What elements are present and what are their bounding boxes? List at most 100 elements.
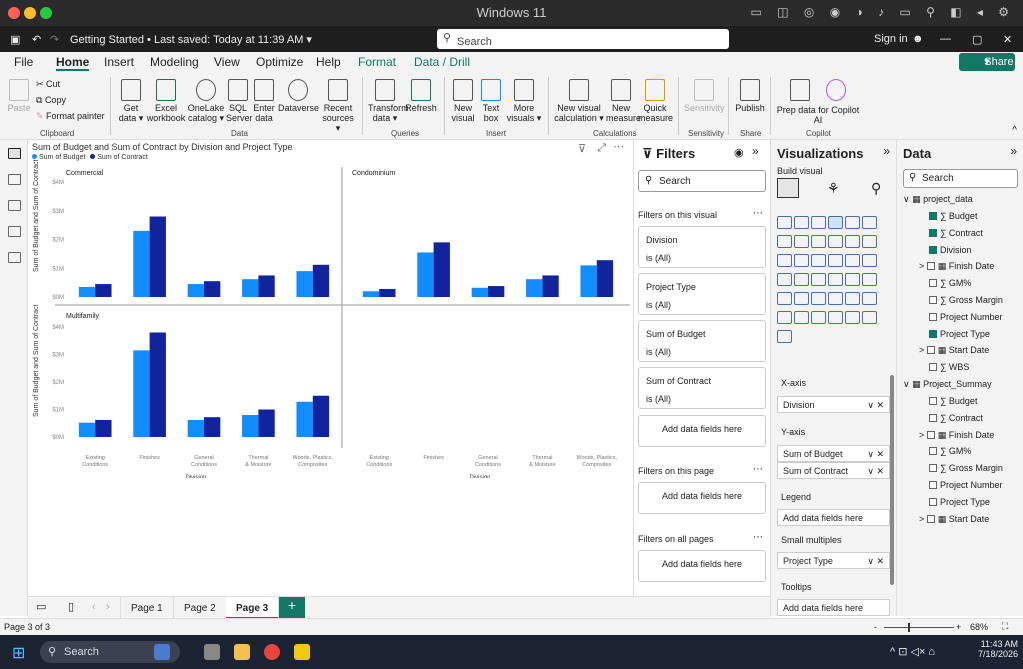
visual-type-icon[interactable] bbox=[845, 235, 860, 248]
visual-type-icon[interactable] bbox=[845, 311, 860, 324]
visual-type-icon[interactable] bbox=[845, 292, 860, 305]
visual-type-icon[interactable] bbox=[828, 216, 843, 229]
sign-in-link[interactable]: Sign in bbox=[874, 33, 908, 45]
tab-view[interactable]: View bbox=[214, 55, 240, 69]
visual-type-icon[interactable] bbox=[777, 235, 792, 248]
refresh-button[interactable]: Refresh bbox=[404, 79, 438, 113]
legend-well[interactable]: Add data fields here bbox=[777, 509, 890, 526]
tmdl-view-icon[interactable] bbox=[8, 252, 21, 263]
visual-type-icon[interactable] bbox=[862, 216, 877, 229]
visual-type-icon[interactable] bbox=[828, 235, 843, 248]
dataverse-button[interactable]: Dataverse bbox=[278, 79, 319, 113]
widgets-icon[interactable] bbox=[154, 644, 170, 660]
field-item[interactable]: ∑ GM% bbox=[929, 446, 971, 456]
add-visual-filter-field[interactable]: Add data fields here bbox=[638, 415, 766, 447]
tab-help[interactable]: Help bbox=[316, 55, 341, 69]
search-input[interactable]: ⚲ Search bbox=[437, 29, 729, 49]
tab-modeling[interactable]: Modeling bbox=[150, 55, 199, 69]
visual-type-icon[interactable] bbox=[811, 292, 826, 305]
tab-insert[interactable]: Insert bbox=[104, 55, 134, 69]
analytics-icon[interactable]: ⚲ bbox=[871, 180, 881, 197]
filter-card-sum-of-budget[interactable]: Sum of Budget is (All) bbox=[638, 320, 766, 362]
visual-type-icon[interactable] bbox=[811, 254, 826, 267]
collapse-viz-icon[interactable]: » bbox=[883, 144, 890, 158]
windows-start-icon[interactable]: ⊞ bbox=[12, 643, 25, 663]
field-item[interactable]: Project Number bbox=[929, 480, 1003, 490]
collapse-data-icon[interactable]: » bbox=[1010, 144, 1017, 158]
visual-type-icon[interactable] bbox=[845, 216, 860, 229]
tray-icons[interactable]: ^ ⊡ ◁× ⌂ bbox=[890, 645, 935, 658]
power-bi-icon[interactable] bbox=[294, 644, 310, 660]
small-multiples-field[interactable]: Project Type ∨ ✕ bbox=[777, 552, 890, 569]
visual-type-icon[interactable] bbox=[811, 235, 826, 248]
clustered-column-chart[interactable]: Sum of Budget and Sum of Contract by Div… bbox=[30, 141, 632, 478]
visual-type-icon[interactable] bbox=[862, 292, 877, 305]
tab-home[interactable]: Home bbox=[56, 55, 90, 71]
prep-data-copilot-button[interactable]: Prep data for Copilot AI bbox=[776, 79, 860, 125]
copy-button[interactable]: ⧉ Copy bbox=[36, 95, 66, 105]
visual-type-icon[interactable] bbox=[845, 254, 860, 267]
minimize-button[interactable]: — bbox=[940, 33, 951, 45]
checkbox[interactable] bbox=[929, 212, 937, 220]
table-project-summay[interactable]: ∨ ▦ Project_Summay bbox=[903, 379, 992, 390]
checkbox[interactable] bbox=[929, 481, 937, 489]
visual-type-icon[interactable] bbox=[828, 292, 843, 305]
dax-query-icon[interactable] bbox=[8, 226, 21, 237]
checkbox[interactable] bbox=[926, 514, 935, 523]
visual-type-icon[interactable] bbox=[828, 311, 843, 324]
checkbox[interactable] bbox=[929, 464, 937, 473]
checkbox[interactable] bbox=[926, 346, 935, 355]
field-item[interactable]: > ▦ Start Date bbox=[919, 514, 989, 525]
field-item[interactable]: Division bbox=[929, 245, 972, 255]
format-visual-icon[interactable]: ⚘ bbox=[827, 180, 840, 197]
task-view-icon[interactable] bbox=[204, 644, 220, 660]
data-search-input[interactable]: ⚲ Search bbox=[903, 169, 1018, 188]
close-button[interactable]: ✕ bbox=[1003, 33, 1012, 46]
visual-type-icon[interactable] bbox=[811, 311, 826, 324]
checkbox[interactable] bbox=[929, 447, 937, 456]
add-page-button[interactable]: + bbox=[279, 597, 305, 618]
checkbox[interactable] bbox=[929, 363, 937, 372]
visual-type-icon[interactable] bbox=[794, 292, 809, 305]
visual-type-icon[interactable] bbox=[794, 254, 809, 267]
table-view-icon[interactable] bbox=[8, 174, 21, 185]
tab-format[interactable]: Format bbox=[358, 55, 396, 69]
desktop-layout-icon[interactable]: ▭ bbox=[36, 600, 46, 613]
visual-type-icon[interactable] bbox=[862, 235, 877, 248]
y-axis-field-budget[interactable]: Sum of Budget ∨ ✕ bbox=[777, 445, 890, 462]
field-item[interactable]: > ▦ Finish Date bbox=[919, 261, 994, 272]
visual-type-icon[interactable] bbox=[777, 254, 792, 267]
visual-type-icon[interactable] bbox=[777, 311, 792, 324]
field-item[interactable]: > ▦ Start Date bbox=[919, 345, 989, 356]
visual-type-icon[interactable] bbox=[828, 273, 843, 286]
visual-type-icon[interactable] bbox=[811, 216, 826, 229]
visual-type-icon[interactable] bbox=[811, 273, 826, 286]
field-item[interactable]: ∑ Gross Margin bbox=[929, 295, 1003, 305]
more-icon[interactable]: ⋯ bbox=[753, 464, 763, 475]
add-all-pages-filter-field[interactable]: Add data fields here bbox=[638, 550, 766, 582]
more-icon[interactable]: ⋯ bbox=[753, 532, 763, 543]
y-axis-field-contract[interactable]: Sum of Contract ∨ ✕ bbox=[777, 462, 890, 479]
visual-type-icon[interactable] bbox=[794, 311, 809, 324]
visual-type-icon[interactable] bbox=[777, 292, 792, 305]
checkbox[interactable] bbox=[929, 413, 937, 422]
fit-to-page-icon[interactable]: ⛶ bbox=[1002, 621, 1008, 632]
sql-server-button[interactable]: SQL Server bbox=[226, 79, 253, 123]
page-tab-3[interactable]: Page 3 bbox=[226, 597, 280, 619]
collapse-ribbon-icon[interactable]: ^ bbox=[1012, 125, 1017, 136]
tab-data-drill[interactable]: Data / Drill bbox=[414, 55, 470, 69]
filter-card-project-type[interactable]: Project Type is (All) bbox=[638, 273, 766, 315]
filter-card-division[interactable]: Division is (All) bbox=[638, 226, 766, 268]
checkbox[interactable] bbox=[929, 497, 937, 506]
text-box-button[interactable]: Text box bbox=[478, 79, 504, 123]
table-project-data[interactable]: ∨ ▦ project_data bbox=[903, 194, 973, 205]
visual-type-icon[interactable] bbox=[828, 254, 843, 267]
visual-type-icon[interactable] bbox=[794, 235, 809, 248]
checkbox[interactable] bbox=[929, 296, 937, 304]
clock[interactable]: 11:43 AM 7/18/2026 bbox=[972, 639, 1018, 659]
zoom-out-button[interactable]: - bbox=[874, 622, 877, 632]
zoom-in-button[interactable]: + bbox=[956, 622, 961, 632]
field-item[interactable]: ∑ Contract bbox=[929, 228, 983, 238]
file-explorer-icon[interactable] bbox=[234, 644, 250, 660]
field-item[interactable]: ∑ Gross Margin bbox=[929, 463, 1003, 473]
